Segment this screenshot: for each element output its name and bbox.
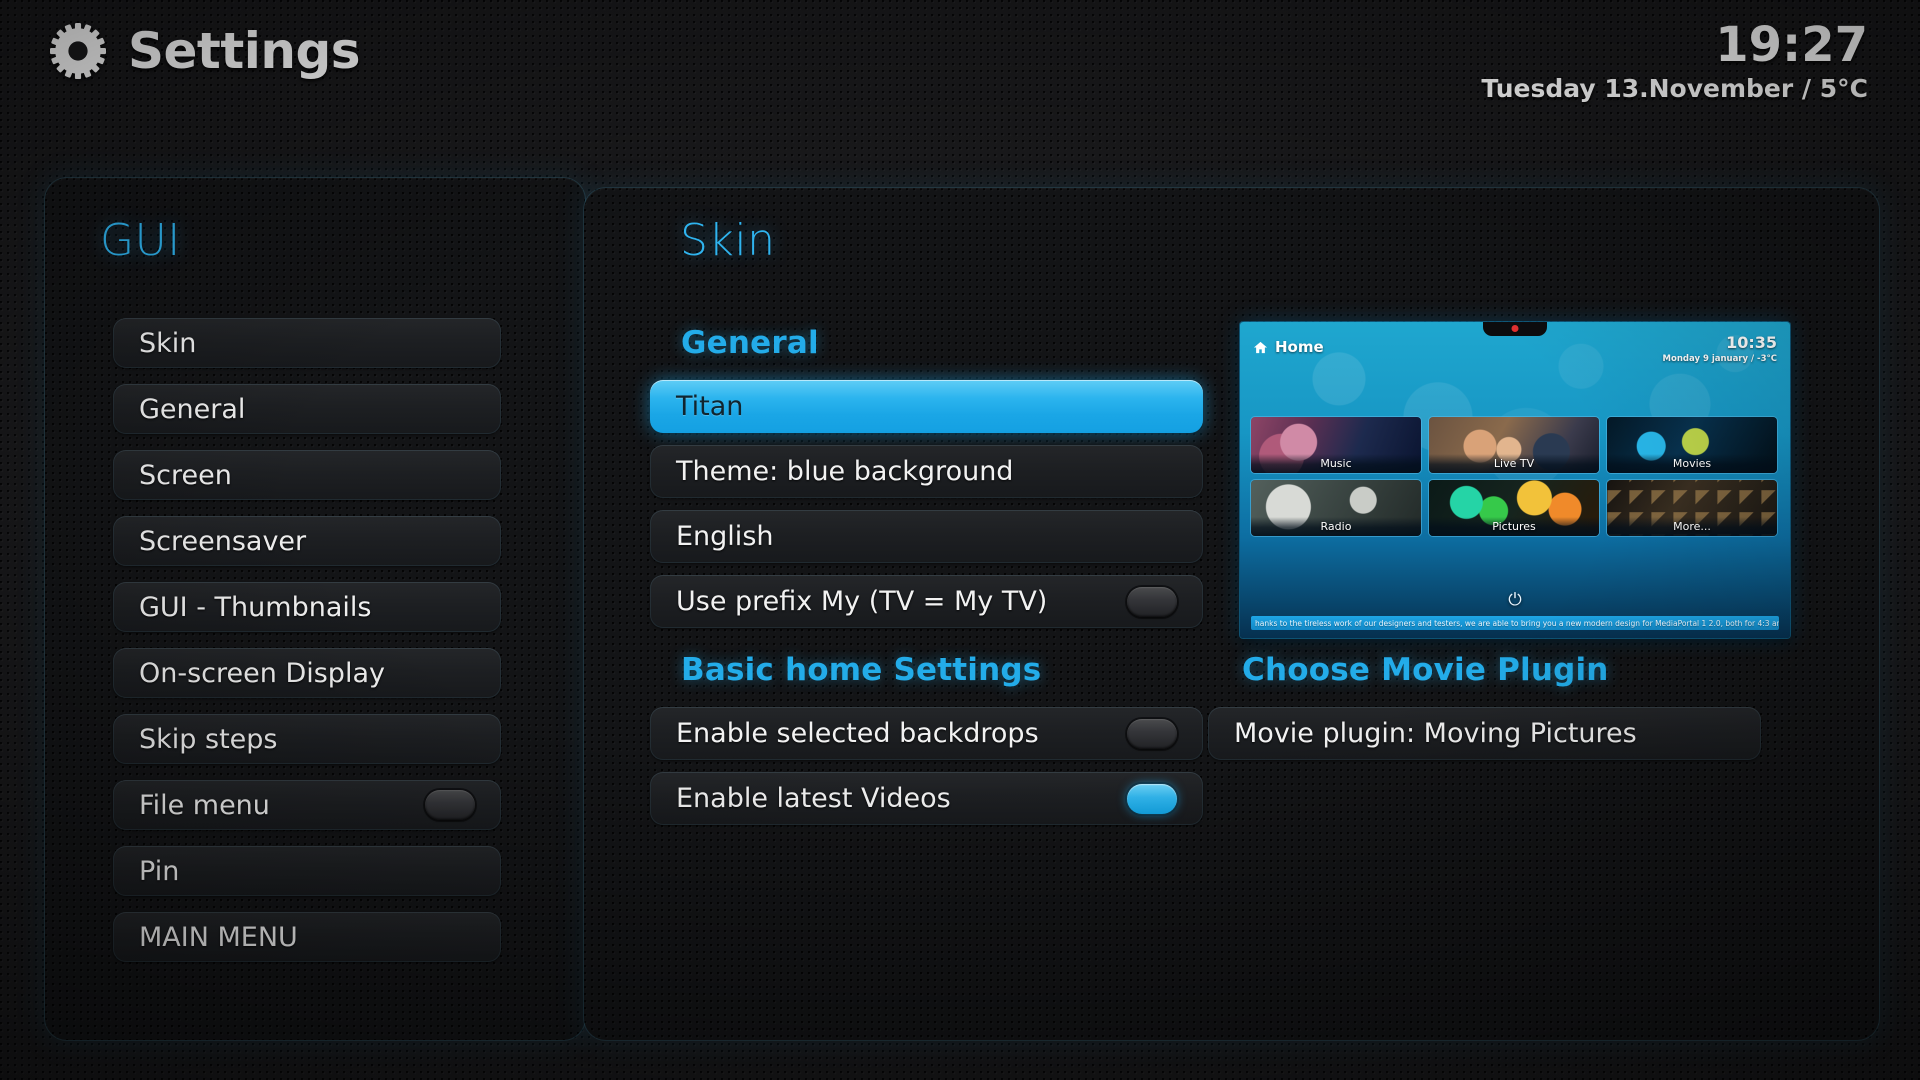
setting-row-general-0[interactable]: Titan [650, 380, 1203, 433]
preview-tile-more: More... [1607, 480, 1777, 536]
setting-row-general-label: English [676, 521, 774, 552]
preview-ticker-text: hanks to the tireless work of our design… [1255, 618, 1779, 628]
sidebar-item-label: Screensaver [139, 525, 307, 557]
sidebar-menu: Skin General Screen Screensaver GUI - Thumbn… [113, 318, 501, 978]
clock-time: 19:27 [1715, 17, 1868, 73]
preview-tile-grid: Music Live TV Movies Radio Pictures More... [1251, 417, 1779, 543]
preview-tile-label: Music [1251, 454, 1421, 473]
sidebar-item-3[interactable]: Screensaver [113, 516, 501, 566]
sidebar-item-label: MAIN MENU [139, 921, 298, 953]
setting-row-basic-label: Enable latest Videos [676, 783, 951, 814]
setting-row-basic-1[interactable]: Enable latest Videos [650, 772, 1203, 825]
sidebar-item-label: General [139, 393, 246, 425]
preview-home-header: Home [1253, 338, 1324, 356]
sidebar-item-label: Skin [139, 327, 197, 359]
setting-row-basic-label: Enable selected backdrops [676, 718, 1039, 749]
setting-row-basic-toggle[interactable] [1127, 783, 1177, 814]
sidebar-item-6[interactable]: Skip steps [113, 714, 501, 764]
setting-row-general-1[interactable]: Theme: blue background [650, 445, 1203, 498]
preview-tile-label: More... [1607, 517, 1777, 536]
preview-tile-live-tv: Live TV [1429, 417, 1599, 473]
settings-list-general: Titan Theme: blue background English Use pr… [650, 380, 1203, 640]
sidebar-item-9[interactable]: MAIN MENU [113, 912, 501, 962]
skin-preview-image: Home 10:35 Monday 9 january / -3°C Music… [1240, 322, 1790, 638]
preview-tile-movies: Movies [1607, 417, 1777, 473]
preview-tile-row: Radio Pictures More... [1251, 480, 1779, 536]
sidebar-item-8[interactable]: Pin [113, 846, 501, 896]
sidebar-item-4[interactable]: GUI - Thumbnails [113, 582, 501, 632]
preview-tile-row: Music Live TV Movies [1251, 417, 1779, 473]
preview-ticker: hanks to the tireless work of our design… [1251, 616, 1779, 630]
setting-row-general-3[interactable]: Use prefix My (TV = My TV) [650, 575, 1203, 628]
sidebar-item-1[interactable]: General [113, 384, 501, 434]
setting-row-general-toggle[interactable] [1127, 586, 1177, 617]
power-icon: ⏻ [1508, 590, 1522, 610]
setting-row-general-label: Use prefix My (TV = My TV) [676, 586, 1048, 617]
setting-row-plugin-0[interactable]: Movie plugin: Moving Pictures [1208, 707, 1761, 760]
setting-row-general-label: Theme: blue background [676, 456, 1014, 487]
preview-clock-time: 10:35 [1726, 333, 1777, 352]
sidebar-item-label: Pin [139, 855, 180, 887]
gear-icon [50, 23, 106, 79]
setting-row-general-label: Titan [676, 391, 744, 422]
section-heading-general: General [681, 325, 819, 361]
header-brand: Settings [50, 22, 361, 80]
preview-tile-pictures: Pictures [1429, 480, 1599, 536]
preview-tile-label: Radio [1251, 517, 1421, 536]
preview-tile-music: Music [1251, 417, 1421, 473]
preview-home-label: Home [1275, 338, 1324, 356]
setting-row-basic-0[interactable]: Enable selected backdrops [650, 707, 1203, 760]
preview-tile-radio: Radio [1251, 480, 1421, 536]
sidebar-item-0[interactable]: Skin [113, 318, 501, 368]
sidebar-item-5[interactable]: On-screen Display [113, 648, 501, 698]
preview-tile-label: Movies [1607, 454, 1777, 473]
preview-tile-label: Pictures [1429, 517, 1599, 536]
sidebar-item-label: On-screen Display [139, 657, 385, 689]
preview-date-weather: Monday 9 january / -3°C [1662, 354, 1777, 364]
setting-row-plugin-label: Movie plugin: Moving Pictures [1234, 718, 1637, 749]
sidebar-item-label: Skip steps [139, 723, 278, 755]
section-heading-basic-home: Basic home Settings [681, 652, 1042, 688]
home-icon [1253, 341, 1268, 353]
sidebar-item-7[interactable]: File menu [113, 780, 501, 830]
sidebar-item-label: GUI - Thumbnails [139, 591, 372, 623]
page-title: Settings [128, 22, 361, 80]
settings-list-basic-home: Enable selected backdrops Enable latest V… [650, 707, 1203, 837]
date-weather: Tuesday 13.November / 5°C [1481, 74, 1868, 104]
content-title: Skin [680, 215, 776, 266]
preview-clock-block: 10:35 Monday 9 january / -3°C [1662, 333, 1777, 365]
settings-list-movie-plugin: Movie plugin: Moving Pictures [1208, 707, 1761, 760]
setting-row-basic-toggle[interactable] [1127, 718, 1177, 749]
setting-row-general-2[interactable]: English [650, 510, 1203, 563]
sidebar-item-toggle[interactable] [425, 790, 475, 820]
sidebar-item-2[interactable]: Screen [113, 450, 501, 500]
section-heading-movie-plugin: Choose Movie Plugin [1242, 652, 1609, 688]
sidebar-item-label: File menu [139, 789, 270, 821]
header-clock-block: 19:27 Tuesday 13.November / 5°C [1481, 17, 1868, 104]
sidebar-item-label: Screen [139, 459, 232, 491]
preview-tile-label: Live TV [1429, 454, 1599, 473]
header-bar: Settings 19:27 Tuesday 13.November / 5°C [0, 0, 1920, 150]
sidebar-title: GUI [100, 215, 181, 266]
preview-notch [1483, 322, 1547, 336]
